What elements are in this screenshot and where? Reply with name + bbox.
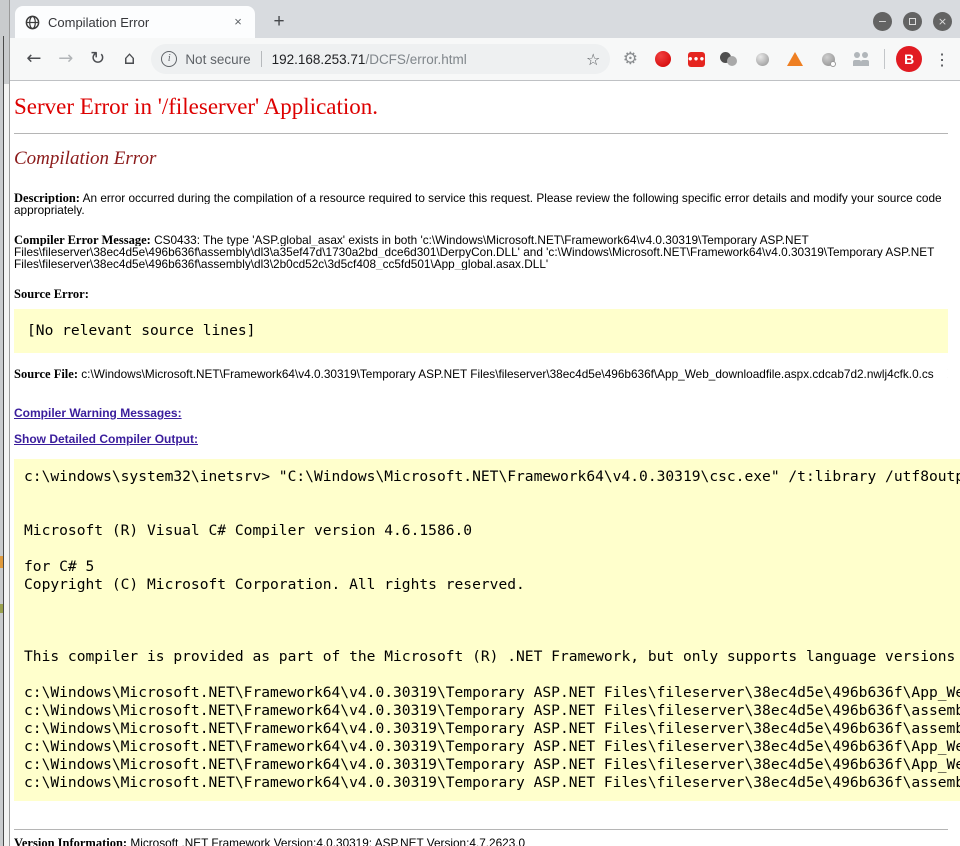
close-button[interactable]: ×	[933, 12, 952, 31]
source-error-label: Source Error:	[14, 287, 89, 301]
info-icon[interactable]: i	[161, 51, 177, 67]
compiler-output-box: c:\windows\system32\inetsrv> "C:\Windows…	[14, 459, 960, 801]
description-line: appropriately.	[14, 204, 948, 216]
forward-button[interactable]: →	[53, 46, 79, 72]
address-bar[interactable]: i Not secure 192.168.253.71/DCFS/error.h…	[151, 44, 610, 74]
bookmark-star-icon[interactable]: ☆	[586, 50, 600, 69]
source-file-label: Source File:	[14, 367, 78, 381]
error-page-content: Server Error in '/fileserver' Applicatio…	[10, 81, 960, 846]
not-secure-label: Not secure	[185, 52, 250, 67]
tab-title: Compilation Error	[48, 15, 229, 30]
profile-avatar[interactable]: B	[896, 46, 922, 72]
background-window-speck	[0, 556, 3, 568]
source-file-path: c:\Windows\Microsoft.NET\Framework64\v4.…	[81, 367, 933, 381]
background-window-speck	[0, 604, 3, 613]
minimize-button[interactable]: −	[873, 12, 892, 31]
footer-divider	[14, 829, 948, 830]
source-error-block: Source Error:	[14, 288, 948, 300]
browser-window: Compilation Error × + − × ← → ↻ ⌂ i Not …	[9, 0, 960, 846]
detailed-output-link[interactable]: Show Detailed Compiler Output:	[14, 432, 198, 446]
source-error-box: [No relevant source lines]	[14, 309, 948, 353]
compiler-error-line: CS0433: The type 'ASP.global_asax' exist…	[154, 234, 809, 246]
url-path: /DCFS/error.html	[365, 52, 466, 67]
page-viewport: Server Error in '/fileserver' Applicatio…	[10, 81, 960, 846]
menu-kebab-icon[interactable]: ⋮	[932, 50, 952, 69]
sphere-extension-icon[interactable]	[752, 49, 772, 69]
version-value: Microsoft .NET Framework Version:4.0.303…	[127, 836, 525, 846]
browser-toolbar: ← → ↻ ⌂ i Not secure 192.168.253.71/DCFS…	[10, 38, 960, 81]
tab-close-icon[interactable]: ×	[229, 13, 247, 31]
description-block: Description: An error occurred during th…	[14, 192, 948, 216]
compiler-error-label: Compiler Error Message:	[14, 234, 151, 246]
divider	[14, 133, 948, 134]
tab-strip: Compilation Error × + − ×	[10, 0, 960, 38]
source-file-line: Source File: c:\Windows\Microsoft.NET\Fr…	[14, 367, 948, 382]
description-line: An error occurred during the compilation…	[83, 192, 942, 204]
people-extension-icon[interactable]	[851, 49, 871, 69]
extensions-row: ⚙ ●●●	[620, 49, 871, 69]
spheres-extension-icon[interactable]	[719, 49, 739, 69]
window-controls: − ×	[873, 12, 952, 31]
cone-extension-icon[interactable]	[785, 49, 805, 69]
compiler-error-block: Compiler Error Message: CS0433: The type…	[14, 234, 948, 270]
globe-favicon-icon	[25, 15, 40, 30]
tab-compilation-error[interactable]: Compilation Error ×	[15, 6, 255, 38]
version-label: Version Information:	[14, 836, 127, 846]
new-tab-button[interactable]: +	[266, 10, 292, 34]
red-dots-extension-icon[interactable]: ●●●	[686, 49, 706, 69]
error-subtitle: Compilation Error	[14, 148, 948, 170]
version-info: Version Information: Microsoft .NET Fram…	[14, 837, 948, 846]
gear-extension-icon[interactable]: ⚙	[620, 49, 640, 69]
description-label: Description:	[14, 192, 80, 204]
omnibox-separator	[261, 51, 262, 67]
red-ball-extension-icon[interactable]	[653, 49, 673, 69]
url-host: 192.168.253.71	[272, 52, 366, 67]
reload-button[interactable]: ↻	[85, 46, 111, 72]
maximize-button[interactable]	[903, 12, 922, 31]
toolbar-separator	[884, 49, 885, 69]
url-text[interactable]: 192.168.253.71/DCFS/error.html	[272, 52, 580, 67]
home-button[interactable]: ⌂	[116, 46, 142, 72]
compiler-error-line: Files\fileserver\38ec4d5e\496b636f\assem…	[14, 246, 948, 258]
back-button[interactable]: ←	[21, 46, 47, 72]
page-title: Server Error in '/fileserver' Applicatio…	[14, 95, 948, 119]
ring-dot-extension-icon[interactable]	[818, 49, 838, 69]
compiler-warnings-link[interactable]: Compiler Warning Messages:	[14, 406, 182, 420]
compiler-error-line: Files\fileserver\38ec4d5e\496b636f\assem…	[14, 258, 948, 270]
